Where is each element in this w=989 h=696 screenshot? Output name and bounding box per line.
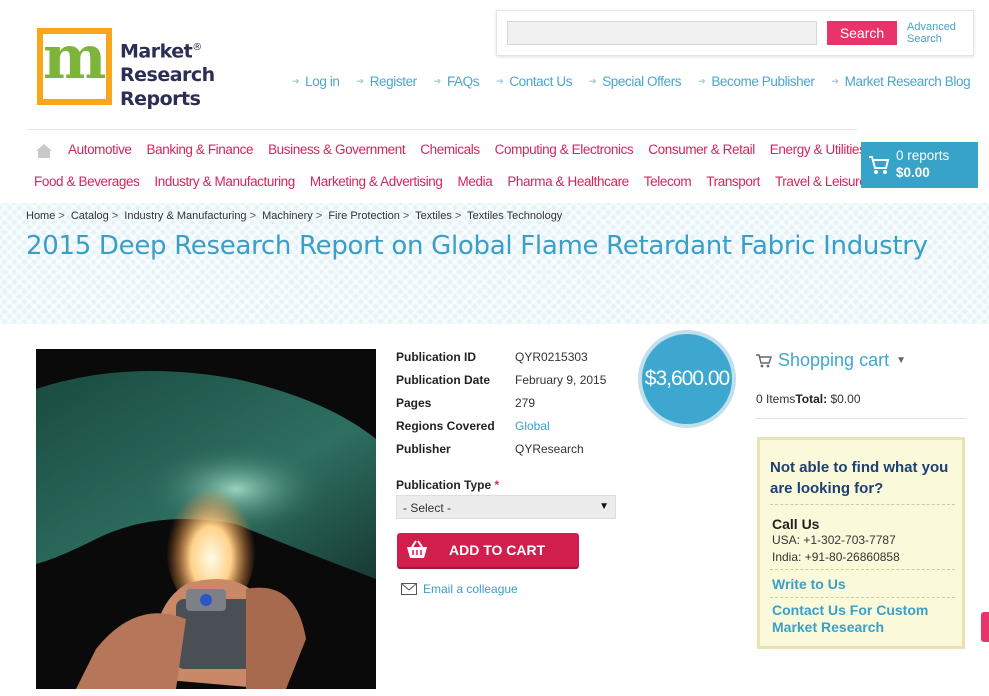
nav-marketing-advertising[interactable]: Marketing & Advertising <box>310 174 443 189</box>
cart-report-count: 0 reports <box>896 148 950 163</box>
pages-value: 279 <box>515 396 536 410</box>
breadcrumb-home[interactable]: Home <box>26 210 55 222</box>
header-cart-button[interactable]: 0 reports $0.00 <box>861 142 978 188</box>
feedback-tab[interactable] <box>981 612 989 642</box>
add-to-cart-button[interactable]: ADD TO CART <box>397 533 579 567</box>
write-to-us-link[interactable]: Write to Us <box>772 576 957 593</box>
faqs-link[interactable]: ➔ FAQs <box>433 74 480 89</box>
nav-pharma-healthcare[interactable]: Pharma & Healthcare <box>507 174 629 189</box>
contact-us-link[interactable]: ➔ Contact Us <box>496 74 572 89</box>
publication-date-value: February 9, 2015 <box>515 373 607 387</box>
arrow-icon: ➔ <box>292 76 300 86</box>
publication-id-label: Publication ID <box>396 350 477 364</box>
arrow-icon: ➔ <box>496 76 504 86</box>
price-badge: $3,600.00 <box>638 330 736 428</box>
contact-custom-research-link[interactable]: Contact Us For Custom Market Research <box>772 602 957 636</box>
nav-telecom[interactable]: Telecom <box>644 174 692 189</box>
pages-label: Pages <box>396 396 432 410</box>
arrow-icon: ➔ <box>698 76 706 86</box>
become-publisher-link[interactable]: ➔ Become Publisher <box>698 74 815 89</box>
site-logo[interactable]: m Market® Research Reports <box>37 28 215 111</box>
nav-energy-utilities[interactable]: Energy & Utilities <box>770 142 866 158</box>
nav-industry-manufacturing[interactable]: Industry & Manufacturing <box>154 174 295 189</box>
register-link[interactable]: ➔ Register <box>356 74 418 89</box>
regions-label: Regions Covered <box>396 419 495 433</box>
regions-link[interactable]: Global <box>515 419 550 433</box>
publication-type-label: Publication Type * <box>396 478 500 492</box>
email-colleague-link[interactable]: Email a colleague <box>401 582 518 596</box>
breadcrumb-fire-protection[interactable]: Fire Protection <box>328 210 400 222</box>
top-links: ➔ Log in ➔ Register ➔ FAQs ➔ Contact Us ➔ Spe… <box>292 74 971 89</box>
publication-date-label: Publication Date <box>396 373 491 387</box>
nav-transport[interactable]: Transport <box>706 174 760 189</box>
home-icon[interactable] <box>35 143 53 159</box>
nav-automotive[interactable]: Automotive <box>68 142 132 158</box>
arrow-icon: ➔ <box>831 76 839 86</box>
nav-chemicals[interactable]: Chemicals <box>420 142 480 158</box>
cart-icon <box>869 156 890 174</box>
nav-travel-leisure[interactable]: Travel & Leisure <box>775 174 867 189</box>
breadcrumb-textiles-technology[interactable]: Textiles Technology <box>467 210 562 222</box>
cart-total: $0.00 <box>896 165 930 180</box>
logo-text: Market® Research Reports <box>120 40 215 111</box>
nav-business-government[interactable]: Business & Government <box>268 142 406 158</box>
basket-icon <box>397 540 437 560</box>
advanced-search-link[interactable]: Advanced Search <box>907 21 956 45</box>
nav-food-beverages[interactable]: Food & Beverages <box>34 174 140 189</box>
nav-computing-electronics[interactable]: Computing & Electronics <box>495 142 634 158</box>
login-link[interactable]: ➔ Log in <box>292 74 340 89</box>
arrow-icon: ➔ <box>589 76 597 86</box>
usa-phone: USA: +1-302-703-7787 <box>772 533 896 547</box>
breadcrumb-catalog[interactable]: Catalog <box>71 210 109 222</box>
publication-type-select[interactable]: - Select - ▼ <box>396 495 616 519</box>
nav-consumer-retail[interactable]: Consumer & Retail <box>648 142 755 158</box>
search-input[interactable] <box>507 21 817 45</box>
breadcrumb-textiles[interactable]: Textiles <box>415 210 452 222</box>
breadcrumb: Home > Catalog > Industry & Manufacturing >… <box>26 210 563 222</box>
search-bar: Search Advanced Search <box>496 10 974 56</box>
breadcrumb-industry[interactable]: Industry & Manufacturing <box>124 210 246 222</box>
publication-id-value: QYR0215303 <box>515 350 588 364</box>
breadcrumb-machinery[interactable]: Machinery <box>262 210 313 222</box>
logo-mark: m <box>37 28 112 105</box>
publisher-value: QYResearch <box>515 442 584 456</box>
chevron-down-icon: ▼ <box>599 501 609 512</box>
publisher-label: Publisher <box>396 442 451 456</box>
arrow-icon: ➔ <box>433 76 442 86</box>
search-button[interactable]: Search <box>827 21 897 45</box>
call-us-heading: Call Us <box>772 516 820 532</box>
nav-banking-finance[interactable]: Banking & Finance <box>147 142 254 158</box>
nav-media[interactable]: Media <box>458 174 493 189</box>
shopping-cart-summary: 0 ItemsTotal: $0.00 <box>756 392 861 406</box>
category-nav: Automotive Banking & Finance Business & … <box>27 129 867 197</box>
india-phone: India: +91-80-26860858 <box>772 550 900 564</box>
cart-icon <box>756 353 772 367</box>
chevron-down-icon: ▼ <box>896 355 906 366</box>
special-offers-link[interactable]: ➔ Special Offers <box>589 74 682 89</box>
arrow-icon: ➔ <box>356 76 365 86</box>
blog-link[interactable]: ➔ Market Research Blog <box>831 74 970 89</box>
help-question: Not able to find what you are looking fo… <box>770 459 949 497</box>
help-box: Not able to find what you are looking fo… <box>757 437 965 649</box>
envelope-icon <box>401 583 417 595</box>
page-title: 2015 Deep Research Report on Global Flam… <box>26 231 928 261</box>
shopping-cart-toggle[interactable]: Shopping cart ▼ <box>756 350 906 371</box>
divider <box>756 418 966 419</box>
product-image <box>36 349 376 689</box>
